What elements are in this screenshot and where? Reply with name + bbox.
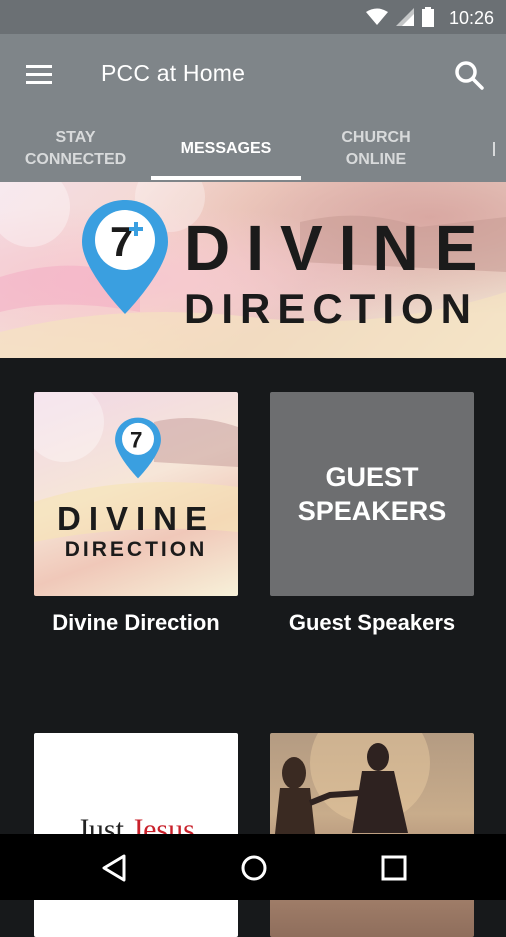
app-bar: PCC at Home (0, 34, 506, 116)
thumb-title-line1: DIVINE (56, 500, 216, 537)
tab-church-online[interactable]: Church Online (301, 116, 451, 182)
tab-label: Church Online (341, 129, 411, 168)
series-thumbnail: 7 DIVINE DIRECTION (34, 392, 238, 596)
banner-number: 7 (110, 218, 133, 265)
map-pin-logo: 7 (115, 417, 161, 479)
thumb-title-line1: GUEST (325, 462, 419, 492)
system-nav-bar (0, 834, 506, 900)
home-icon[interactable] (236, 850, 272, 886)
cell-signal-icon (396, 8, 414, 26)
map-pin-logo: 7 (82, 200, 168, 314)
tab-label: Messages (180, 140, 272, 157)
tab-partial[interactable] (493, 116, 506, 182)
series-card-guest-speakers[interactable]: GUEST SPEAKERS Guest Speakers (270, 392, 474, 636)
tab-partial-glyph (493, 142, 495, 156)
tab-label: Stay Connected (24, 129, 127, 168)
recents-icon[interactable] (376, 850, 412, 886)
banner-title-line2: DIRECTION (184, 285, 478, 332)
tab-messages[interactable]: Messages (151, 116, 301, 182)
series-banner[interactable]: 7 DIVINE DIRECTION (0, 182, 506, 358)
series-title: Guest Speakers (288, 610, 456, 635)
app-title: PCC at Home (101, 60, 246, 86)
back-icon[interactable] (96, 850, 132, 886)
series-grid: 7 DIVINE DIRECTION Divine Direction GUES… (0, 358, 506, 937)
menu-icon[interactable] (24, 63, 56, 87)
thumb-title-line2: SPEAKERS (297, 496, 447, 526)
status-time: 10:26 (448, 8, 494, 28)
battery-icon (422, 7, 434, 27)
search-icon[interactable] (452, 58, 486, 92)
status-icons (366, 7, 434, 27)
thumb-number: 7 (130, 427, 142, 452)
tab-indicator (151, 176, 301, 180)
banner-title-line1: DIVINE (184, 212, 494, 284)
series-title: Divine Direction (52, 610, 220, 635)
wifi-icon (366, 8, 388, 25)
series-thumbnail: GUEST SPEAKERS (270, 392, 474, 596)
series-card-divine-direction[interactable]: 7 DIVINE DIRECTION Divine Direction (34, 392, 238, 636)
tab-bar: Stay Connected Messages Church Online (0, 116, 506, 182)
status-bar: 10:26 (0, 0, 506, 34)
thumb-title-line2: DIRECTION (64, 538, 208, 561)
tab-stay-connected[interactable]: Stay Connected (0, 116, 151, 182)
